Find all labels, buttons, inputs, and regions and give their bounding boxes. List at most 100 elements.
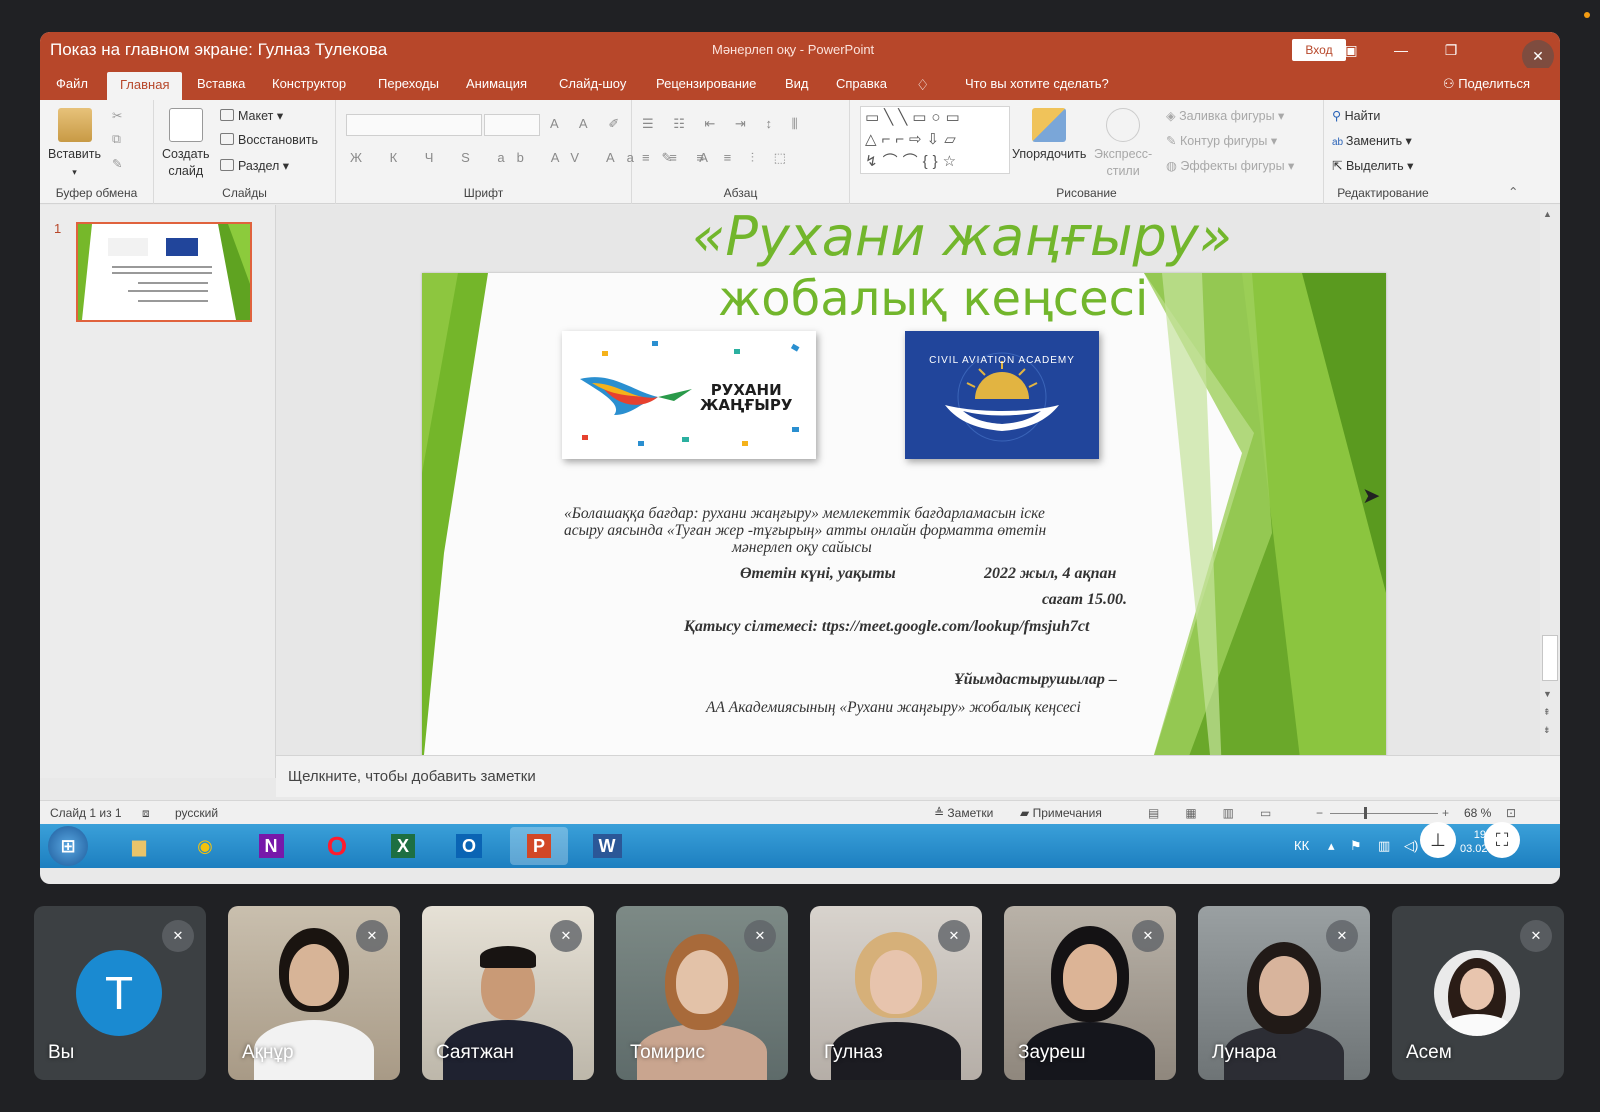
tab-slideshow[interactable]: Слайд-шоу [559,76,626,91]
zoom-level[interactable]: 68 % [1464,806,1491,820]
alignment-icons[interactable]: ≡ ≡ ≡ ≡ ⫶ ⬚ [642,150,794,166]
logo1-text: РУХАНИ ЖАҢҒЫРУ [700,383,792,413]
slide-canvas[interactable]: жобалық кеңсесі РУХАНИ ЖАҢҒЫРУ CIVIL AVI… [422,273,1386,775]
tell-me-search[interactable]: Что вы хотите сделать? [965,76,1109,91]
shape-fill-button[interactable]: ◈ Заливка фигуры ▾ [1166,108,1284,123]
volume-icon[interactable]: ◁) [1404,838,1418,854]
ribbon-display-icon[interactable]: ▣ [1336,38,1366,62]
participant-tile[interactable]: ✕ Зауреш [1004,906,1176,1080]
next-slide-icon[interactable]: ⇟ [1543,725,1551,736]
avatar [1434,950,1520,1036]
tab-insert[interactable]: Вставка [197,76,245,91]
thumbnail-number: 1 [54,221,62,236]
shape-outline-button[interactable]: ✎ Контур фигуры ▾ [1166,133,1277,148]
notes-toggle[interactable]: ≜ Заметки [934,806,993,820]
spellcheck-icon[interactable]: ⧈ [142,806,150,821]
tab-review[interactable]: Рецензирование [656,76,756,91]
zoom-slider-thumb[interactable] [1364,807,1367,819]
participant-tile[interactable]: ✕ Ақнұр [228,906,400,1080]
select-button[interactable]: ⇱ Выделить ▾ [1332,158,1413,173]
scroll-up-icon[interactable]: ▲ [1543,209,1552,219]
replace-label: Заменить [1345,134,1403,148]
editor-scrollbar[interactable]: ▲ ▼ ⇞ ⇟ [1540,205,1560,755]
notes-placeholder: Щелкните, чтобы добавить заметки [288,768,536,785]
action-center-icon[interactable]: ⚑ [1350,838,1362,854]
arrange-button[interactable]: Упорядочить [1012,108,1086,163]
fit-slide-icon[interactable]: ⊡ [1506,806,1516,820]
font-family-select[interactable] [346,114,482,136]
start-button-icon[interactable]: ⊞ [48,826,88,866]
opera-icon[interactable]: O [308,827,366,865]
replace-icon: ab [1332,137,1346,148]
layout-icon [220,109,234,121]
reset-button[interactable]: Восстановить [220,133,318,147]
language-indicator[interactable]: русский [175,806,218,820]
pin-icon[interactable]: ⊥ [1420,822,1456,858]
tray-arrow-icon[interactable]: ▴ [1328,838,1335,854]
participant-tile[interactable]: ✕ Томирис [616,906,788,1080]
shape-outline-label: Контур фигуры [1179,134,1268,148]
powerpoint-taskbar-icon[interactable]: P [510,827,568,865]
format-painter-icon[interactable]: ✎ [112,156,122,171]
scroll-thumb[interactable] [1542,635,1558,681]
paste-button[interactable]: Вставить ▾ [48,108,101,181]
excel-icon[interactable]: X [374,827,432,865]
shapes-gallery[interactable]: ▭╲╲▭○▭ △⌐⌐⇨⇩▱ ↯⌒⌒{}☆ [860,106,1010,174]
section-button[interactable]: Раздел ▾ [220,158,289,173]
comments-toggle[interactable]: ▰ Примечания [1020,806,1102,820]
view-mode-icons[interactable]: ▤▦▥▭ [1148,806,1297,820]
tab-view[interactable]: Вид [785,76,809,91]
collapse-ribbon-icon[interactable]: ⌃ [1508,184,1518,199]
zoom-in-icon[interactable]: + [1442,806,1449,820]
keyboard-language[interactable]: КК [1294,838,1309,853]
tab-file[interactable]: Файл [56,76,88,91]
slide-thumbnail[interactable] [76,222,252,322]
tab-help[interactable]: Справка [836,76,887,91]
slide-title-line1: «Рухани жаңғыру» [692,205,1233,268]
mic-off-icon: ✕ [356,920,388,952]
participant-tile[interactable]: ✕ Гулназ [810,906,982,1080]
tab-animations[interactable]: Анимация [466,76,527,91]
status-bar: Слайд 1 из 1 ⧈ русский ≜ Заметки ▰ Приме… [40,800,1560,824]
participant-tile[interactable]: ✕ Саятжан [422,906,594,1080]
replace-button[interactable]: ab Заменить ▾ [1332,133,1412,148]
layout-button[interactable]: Макет ▾ [220,108,283,123]
participant-name: Вы [48,1042,75,1063]
word-icon[interactable]: W [578,827,636,865]
tab-design[interactable]: Конструктор [272,76,346,91]
scroll-down-icon[interactable]: ▼ [1543,689,1552,699]
rukhani-zhangyru-logo: РУХАНИ ЖАҢҒЫРУ [562,331,816,459]
zoom-slider[interactable] [1330,813,1438,814]
quick-styles-button[interactable]: Экспресс-стили [1094,108,1152,180]
find-button[interactable]: ⚲ Найти [1332,108,1380,123]
zoom-out-icon[interactable]: − [1316,806,1323,820]
notes-pane[interactable]: Щелкните, чтобы добавить заметки [276,755,1560,797]
network-icon[interactable]: ▥ [1378,838,1390,854]
share-button[interactable]: ⚇ Поделиться [1443,76,1530,92]
dropdown-icon: ▾ [72,167,77,177]
copy-icon[interactable]: ⧉ [112,132,121,147]
participant-name: Саятжан [436,1042,514,1063]
participant-tile-you[interactable]: Т ✕ Вы [34,906,206,1080]
fullscreen-icon[interactable]: ⛶ [1484,822,1520,858]
prev-slide-icon[interactable]: ⇞ [1543,707,1551,718]
cut-icon[interactable]: ✂ [112,108,122,123]
chrome-icon[interactable]: ◉ [176,827,234,865]
font-size-select[interactable] [484,114,540,136]
file-explorer-icon[interactable]: ▆ [110,827,168,865]
restore-icon[interactable]: ❐ [1436,38,1466,62]
mic-off-icon: ✕ [550,920,582,952]
participant-tile[interactable]: ✕ Лунара [1198,906,1370,1080]
font-grow-shrink-icons[interactable]: A A ✐ [550,116,628,132]
shape-fill-label: Заливка фигуры [1179,109,1275,123]
outlook-icon[interactable]: O [440,827,498,865]
group-label-font: Шрифт [463,186,504,200]
minimize-icon[interactable]: — [1386,38,1416,62]
shape-effects-button[interactable]: ◍ Эффекты фигуры ▾ [1166,158,1294,173]
tab-transitions[interactable]: Переходы [378,76,439,91]
participant-tile[interactable]: ✕ Асем [1392,906,1564,1080]
list-indent-icons[interactable]: ☰ ☷ ⇤ ⇥ ↕ ⫼ [642,116,806,132]
tab-home[interactable]: Главная [107,72,183,100]
new-slide-button[interactable]: Создать слайд [162,108,210,180]
onenote-icon[interactable]: N [242,827,300,865]
